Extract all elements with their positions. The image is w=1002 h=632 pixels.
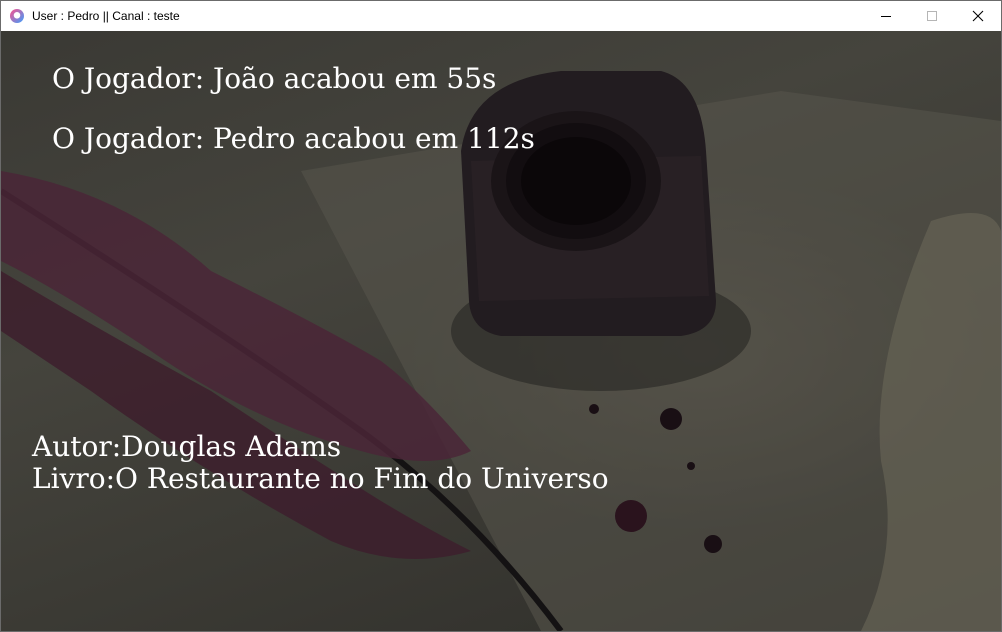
player-result-1: O Jogador: João acabou em 55s <box>52 62 497 95</box>
book-title: Livro:O Restaurante no Fim do Universo <box>32 462 609 495</box>
player-result-2: O Jogador: Pedro acabou em 112s <box>52 122 535 155</box>
app-window: User : Pedro || Canal : teste O Jogador:… <box>0 0 1002 632</box>
background-illustration <box>1 71 1001 631</box>
minimize-icon <box>881 16 891 17</box>
close-button[interactable] <box>955 1 1001 31</box>
minimize-button[interactable] <box>863 1 909 31</box>
close-icon <box>972 10 984 22</box>
window-title: User : Pedro || Canal : teste <box>32 9 180 23</box>
maximize-icon <box>927 11 937 21</box>
book-author: Autor:Douglas Adams <box>32 430 342 463</box>
maximize-button[interactable] <box>909 1 955 31</box>
game-stage: O Jogador: João acabou em 55s O Jogador:… <box>1 31 1001 631</box>
heart-logo-icon <box>10 9 24 23</box>
title-bar[interactable]: User : Pedro || Canal : teste <box>1 1 1001 31</box>
